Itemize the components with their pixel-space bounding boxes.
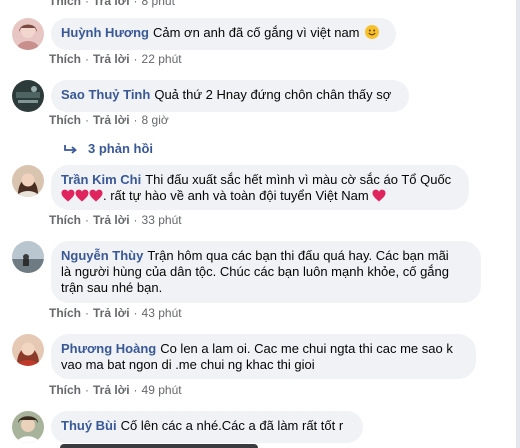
like-link[interactable]: Thích xyxy=(49,0,81,8)
timestamp: 43 phút xyxy=(141,306,182,320)
timestamp: 49 phút xyxy=(141,383,182,397)
comment-text: Co len a lam oi. Cac me chui ngta thi ca… xyxy=(160,341,453,356)
comment-bubble: Nguyễn Thùy Trận hôm qua các bạn thi đấu … xyxy=(51,241,481,303)
comment-bubble: Huỳnh Hương Cảm ơn anh đã cố gắng vì việt… xyxy=(51,18,396,50)
avatar[interactable] xyxy=(12,334,44,366)
comment-text: Trận hôm qua các bạn thi đấu quá hay. Cá… xyxy=(147,248,449,263)
smile-emoji-icon xyxy=(365,25,380,39)
timestamp: 8 giờ xyxy=(141,113,169,127)
like-link[interactable]: Thích xyxy=(49,52,81,66)
attached-image-preview[interactable] xyxy=(60,444,258,448)
avatar[interactable] xyxy=(12,165,44,197)
comment-bubble: Phương Hoàng Co len a lam oi. Cac me chui… xyxy=(51,334,476,379)
scrollbar-track[interactable] xyxy=(516,0,520,448)
like-link[interactable]: Thích xyxy=(49,383,81,397)
avatar[interactable] xyxy=(12,80,44,112)
commenter-name[interactable]: Huỳnh Hương xyxy=(61,25,149,40)
replies-count[interactable]: 3 phản hồi xyxy=(88,141,153,156)
comment-text-line2: . rất tự hào về anh và toàn đội tuyển Vi… xyxy=(103,188,369,203)
comment-text-line2: là người hùng của dân tộc. Chúc các bạn … xyxy=(61,264,449,279)
red-heart-icon xyxy=(89,189,103,202)
commenter-name[interactable]: Phương Hoàng xyxy=(61,341,156,356)
reply-link[interactable]: Trả lời xyxy=(93,383,130,397)
commenter-name[interactable]: Thuý Bùi xyxy=(61,418,117,433)
timestamp: 22 phút xyxy=(141,52,182,66)
comment-text: Cố lên các a nhé.Các a đã làm rất tốt r xyxy=(120,418,344,433)
reply-link[interactable]: Trả lời xyxy=(93,306,130,320)
timestamp: 8 phút xyxy=(141,0,175,8)
commenter-name[interactable]: Sao Thuỷ Tinh xyxy=(61,87,150,102)
reply-link[interactable]: Trả lời xyxy=(93,213,130,227)
avatar[interactable] xyxy=(12,241,44,273)
reply-arrow-icon xyxy=(64,144,77,154)
comment-actions: Thích · Trả lời · 8 giờ xyxy=(49,113,169,127)
comment-bubble: Thuý Bùi Cố lên các a nhé.Các a đã làm rấ… xyxy=(51,411,363,443)
comment-actions-top: Thích · Trả lời · 8 phút xyxy=(49,0,175,8)
comment-text-line3: trận sau nhé bạn. xyxy=(61,280,163,295)
avatar[interactable] xyxy=(12,411,44,443)
comment-actions: Thích · Trả lời · 33 phút xyxy=(49,213,182,227)
reply-link[interactable]: Trả lời xyxy=(93,113,130,127)
like-link[interactable]: Thích xyxy=(49,306,81,320)
comment-text-line2: vao ma bat ngon di .me chui ng khac thi … xyxy=(61,357,315,372)
comment-actions: Thích · Trả lời · 49 phút xyxy=(49,383,182,397)
comment-text: Quả thứ 2 Hnay đứng chôn chân thấy sợ xyxy=(154,87,392,102)
comment-bubble: Sao Thuỷ Tinh Quả thứ 2 Hnay đứng chôn ch… xyxy=(51,80,409,112)
view-replies-link[interactable]: 3 phản hồi xyxy=(64,141,153,156)
comment-text: Cảm ơn anh đã cố gắng vì việt nam xyxy=(152,25,360,40)
comment-bubble: Trần Kim Chi Thi đấu xuất sắc hết mình vì… xyxy=(51,165,469,210)
like-link[interactable]: Thích xyxy=(49,113,81,127)
reply-link[interactable]: Trả lời xyxy=(93,0,130,8)
like-link[interactable]: Thích xyxy=(49,213,81,227)
commenter-name[interactable]: Nguyễn Thùy xyxy=(61,248,143,263)
avatar[interactable] xyxy=(12,18,44,50)
red-heart-icon xyxy=(61,189,75,202)
red-heart-icon xyxy=(372,189,386,202)
timestamp: 33 phút xyxy=(141,213,182,227)
reply-link[interactable]: Trả lời xyxy=(93,52,130,66)
comment-actions: Thích · Trả lời · 22 phút xyxy=(49,52,182,66)
commenter-name[interactable]: Trần Kim Chi xyxy=(61,172,141,187)
red-heart-icon xyxy=(75,189,89,202)
comment-actions: Thích · Trả lời · 43 phút xyxy=(49,306,182,320)
comment-text: Thi đấu xuất sắc hết mình vì màu cờ sắc … xyxy=(145,172,452,187)
